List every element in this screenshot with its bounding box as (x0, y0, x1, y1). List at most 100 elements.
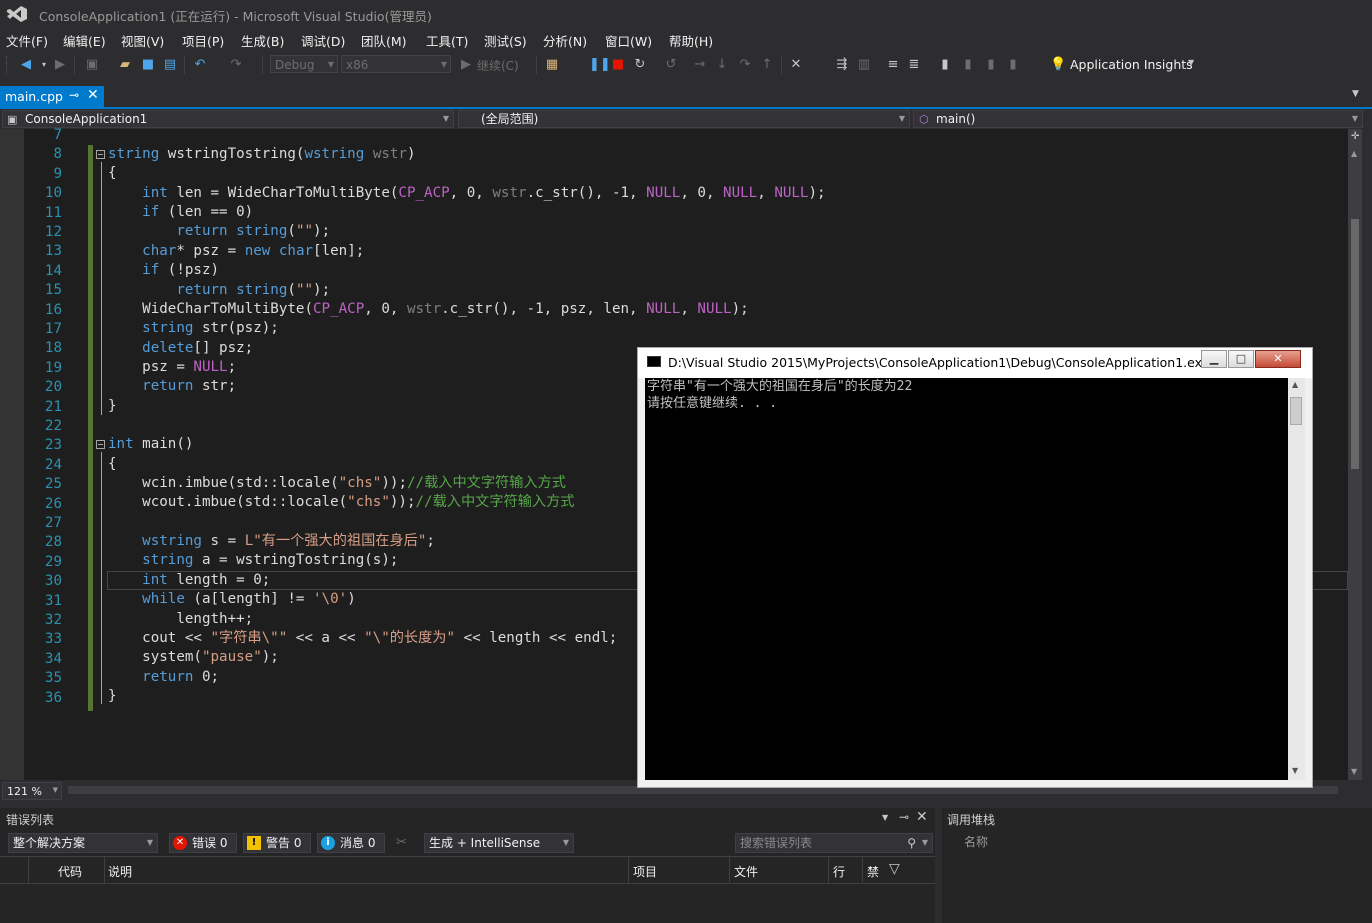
menu-window[interactable]: 窗口(W) (605, 31, 652, 50)
save-all-icon[interactable]: ▤ (162, 57, 178, 73)
search-icon: ⚲ (907, 836, 916, 850)
insights-dropdown-icon[interactable]: ▼ (1188, 58, 1194, 67)
menu-edit[interactable]: 编辑(E) (63, 31, 106, 50)
change-tracking-bar (88, 145, 93, 711)
step-out-icon[interactable]: ↑ (759, 57, 775, 73)
solution-config-select[interactable]: Debug ▼ (270, 55, 338, 73)
build-intellisense-select[interactable]: 生成 + IntelliSense ▼ (424, 833, 574, 853)
close-panel-icon[interactable]: ✕ (916, 809, 928, 825)
prev-bookmark-icon[interactable]: ▮ (960, 57, 976, 73)
application-insights-button[interactable]: Application Insights (1070, 57, 1193, 72)
stack-frame-icon[interactable]: ▥ (856, 57, 872, 73)
scroll-thumb[interactable] (1351, 219, 1359, 469)
scroll-up-icon[interactable]: ▲ (1292, 380, 1298, 389)
build-filter-icon[interactable]: ✂ (396, 835, 407, 850)
column-line[interactable]: 行 (833, 863, 845, 880)
breakpoint-margin[interactable] (0, 129, 24, 780)
line-number: 29 (44, 553, 62, 570)
menu-help[interactable]: 帮助(H) (669, 31, 713, 50)
new-project-icon[interactable]: ▣ (84, 57, 100, 73)
column-suppression[interactable]: 禁 (867, 863, 879, 880)
scope-select[interactable]: (全局范围) ▼ (458, 110, 910, 128)
comment-icon[interactable]: ≡ (885, 57, 901, 73)
console-scrollbar[interactable]: ▲ ▼ (1288, 378, 1305, 780)
menu-tools[interactable]: 工具(T) (426, 31, 468, 50)
save-icon[interactable]: ■ (140, 57, 156, 73)
menu-team[interactable]: 团队(M) (361, 31, 407, 50)
collapse-icon[interactable] (96, 150, 105, 159)
column-code[interactable]: 代码 (58, 863, 82, 880)
menu-analyze[interactable]: 分析(N) (543, 31, 587, 50)
member-select[interactable]: ⬡ main() ▼ (913, 110, 1363, 128)
close-button[interactable]: ✕ (1255, 350, 1301, 368)
solution-platform-select[interactable]: x86 ▼ (341, 55, 451, 73)
uncomment-icon[interactable]: ≣ (906, 57, 922, 73)
continue-icon[interactable]: ▶ (458, 57, 474, 73)
errors-filter-button[interactable]: ✕ 错误 0 (169, 833, 237, 853)
scroll-down-icon[interactable]: ▼ (1292, 766, 1298, 775)
menu-project[interactable]: 项目(P) (182, 31, 224, 50)
step-into-icon[interactable]: ↓ (714, 57, 730, 73)
column-name[interactable]: 名称 (964, 833, 988, 850)
console-window[interactable]: D:\Visual Studio 2015\MyProjects\Console… (637, 347, 1313, 788)
maximize-button[interactable]: □ (1228, 350, 1254, 368)
console-title-bar[interactable]: D:\Visual Studio 2015\MyProjects\Console… (638, 348, 1312, 378)
redo-icon[interactable]: ↷ (228, 57, 244, 73)
console-scroll-thumb[interactable] (1290, 397, 1302, 425)
apply-code-changes-icon[interactable]: ↺ (663, 57, 679, 73)
error-scope-select[interactable]: 整个解决方案 ▼ (8, 833, 158, 853)
tab-main-cpp[interactable]: main.cpp ⊸ ✕ (0, 86, 104, 107)
zoom-select[interactable]: 121 % ▼ (2, 782, 62, 800)
continue-button[interactable]: 继续(C) (477, 57, 519, 74)
bookmark-icon[interactable]: ▮ (937, 57, 953, 73)
process-icon[interactable]: ▦ (544, 57, 560, 73)
forward-icon[interactable]: ▶ (52, 57, 68, 73)
warnings-filter-button[interactable]: ! 警告 0 (243, 833, 311, 853)
next-bookmark-icon[interactable]: ▮ (983, 57, 999, 73)
menu-build[interactable]: 生成(B) (241, 31, 284, 50)
editor-vertical-scrollbar[interactable]: ✛ ▲ ▼ (1348, 129, 1362, 780)
restart-icon[interactable]: ↻ (632, 57, 648, 73)
filter-icon[interactable]: ▽ (889, 861, 900, 877)
hex-display-icon[interactable]: ✕ (788, 57, 804, 73)
messages-filter-button[interactable]: i 消息 0 (317, 833, 385, 853)
show-next-statement-icon[interactable]: → (692, 57, 708, 73)
scroll-down-icon[interactable]: ▼ (1351, 767, 1357, 776)
minimize-button[interactable]: ▁ (1201, 350, 1227, 368)
clear-bookmarks-icon[interactable]: ▮ (1005, 57, 1021, 73)
pin-icon[interactable]: ⊸ (899, 810, 909, 824)
column-project[interactable]: 项目 (633, 863, 657, 880)
line-number: 9 (53, 165, 62, 182)
step-over-icon[interactable]: ↷ (737, 57, 753, 73)
line-number: 16 (44, 301, 62, 318)
tab-list-dropdown-icon[interactable]: ▼ (1352, 89, 1359, 99)
back-icon[interactable]: ◀ (18, 57, 34, 73)
bottom-tool-windows: 错误列表 ▼ ⊸ ✕ 整个解决方案 ▼ ✕ 错误 0 ! 警告 0 i 消息 0 ✂ 生… (0, 808, 1372, 923)
menu-view[interactable]: 视图(V) (121, 31, 164, 50)
menu-debug[interactable]: 调试(D) (301, 31, 345, 50)
column-file[interactable]: 文件 (734, 863, 758, 880)
code-line: return str; (142, 378, 237, 394)
break-all-icon[interactable]: ❚❚ (589, 57, 611, 73)
thread-icon[interactable]: ⇶ (834, 57, 850, 73)
pin-icon[interactable]: ⊸ (69, 88, 79, 102)
line-number: 33 (44, 631, 62, 648)
stop-debugging-icon[interactable]: ■ (610, 57, 626, 73)
split-icon[interactable]: ✛ (1351, 131, 1359, 142)
close-tab-icon[interactable]: ✕ (87, 87, 99, 103)
project-select[interactable]: ▣ ConsoleApplication1 ▼ (2, 110, 454, 128)
function-icon: ⬡ (919, 113, 929, 126)
back-dropdown-icon[interactable]: ▾ (36, 57, 52, 73)
search-error-list-input[interactable]: 搜索错误列表 ⚲ ▼ (735, 833, 933, 853)
menu-file[interactable]: 文件(F) (6, 31, 48, 50)
column-description[interactable]: 说明 (108, 863, 132, 880)
code-line: string wstringTostring(wstring wstr) (108, 146, 416, 162)
code-line: } (108, 398, 117, 414)
menu-test[interactable]: 测试(S) (484, 31, 527, 50)
open-file-icon[interactable]: ▰ (117, 57, 133, 73)
undo-icon[interactable]: ↶ (192, 57, 208, 73)
console-output[interactable]: 字符串"有一个强大的祖国在身后"的长度为22 请按任意键继续. . . (645, 378, 1288, 780)
panel-dropdown-icon[interactable]: ▼ (882, 813, 888, 822)
collapse-icon[interactable] (96, 440, 105, 449)
scroll-up-icon[interactable]: ▲ (1351, 149, 1357, 158)
